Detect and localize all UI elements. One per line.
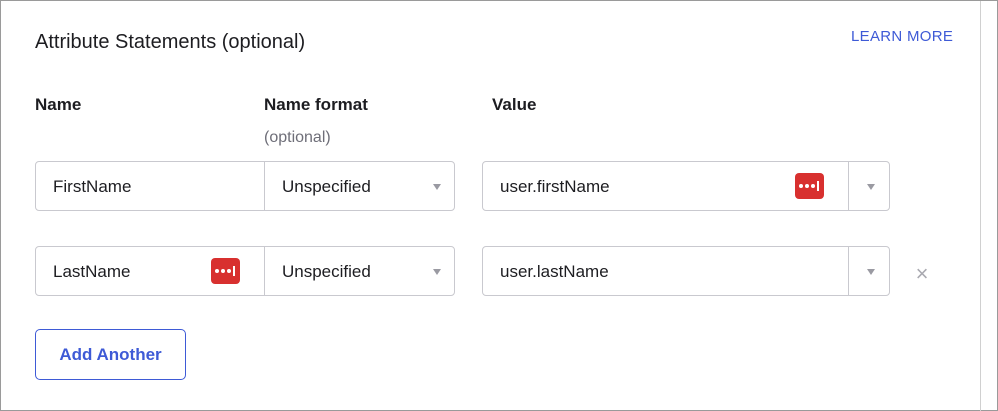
column-header-name-format: Name format — [264, 95, 368, 114]
attribute-statements-panel: Attribute Statements (optional) LEARN MO… — [0, 0, 998, 411]
chevron-down-icon — [433, 184, 441, 190]
attribute-name-text: LastName — [53, 262, 131, 281]
value-dropdown-divider — [848, 247, 849, 295]
password-manager-icon[interactable] — [211, 258, 240, 284]
column-header-name-format-hint: (optional) — [264, 129, 331, 146]
value-dropdown-divider — [848, 162, 849, 210]
attribute-name-text: FirstName — [53, 177, 132, 196]
name-format-text: Unspecified — [282, 262, 371, 281]
attribute-name-input[interactable]: LastName — [35, 246, 265, 296]
attribute-value-text: user.firstName — [500, 177, 610, 196]
column-header-name: Name — [35, 95, 82, 114]
attribute-name-input[interactable]: FirstName — [35, 161, 265, 211]
panel-divider — [980, 1, 981, 411]
name-format-select[interactable]: Unspecified — [264, 161, 455, 211]
name-format-text: Unspecified — [282, 177, 371, 196]
attribute-value-input[interactable]: user.lastName — [482, 246, 890, 296]
learn-more-link[interactable]: LEARN MORE — [851, 28, 953, 45]
chevron-down-icon — [433, 269, 441, 275]
chevron-down-icon[interactable] — [867, 269, 875, 275]
chevron-down-icon[interactable] — [867, 184, 875, 190]
column-header-value: Value — [492, 95, 537, 114]
attribute-value-text: user.lastName — [500, 262, 609, 281]
remove-row-icon[interactable]: × — [912, 263, 932, 285]
attribute-value-input[interactable]: user.firstName — [482, 161, 890, 211]
add-another-button[interactable]: Add Another — [35, 329, 186, 380]
password-manager-icon[interactable] — [795, 173, 824, 199]
section-title: Attribute Statements (optional) — [35, 31, 306, 53]
name-format-select[interactable]: Unspecified — [264, 246, 455, 296]
